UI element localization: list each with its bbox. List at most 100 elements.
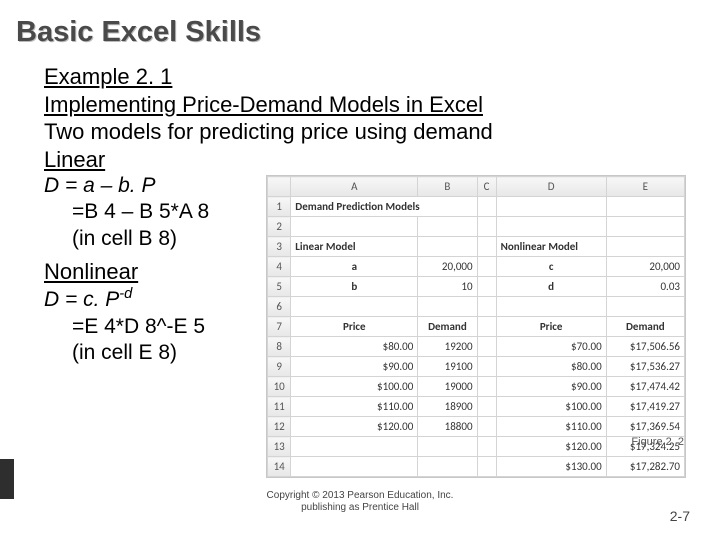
cell[interactable] [418,237,477,257]
cell[interactable]: $100.00 [496,397,606,417]
row-header[interactable]: 9 [268,357,291,377]
excel-table: A B C D E 1 Demand Prediction Models 2 3… [267,176,685,477]
cell[interactable]: $17,536.27 [606,357,684,377]
cell[interactable] [606,297,684,317]
cell[interactable]: 20,000 [606,257,684,277]
cell[interactable] [477,397,496,417]
cell[interactable]: $100.00 [291,377,418,397]
cell[interactable] [477,337,496,357]
row-header[interactable]: 4 [268,257,291,277]
row-header[interactable]: 2 [268,217,291,237]
table-row: 3 Linear Model Nonlinear Model [268,237,685,257]
col-header-a[interactable]: A [291,177,418,197]
cell[interactable] [477,257,496,277]
row-header[interactable]: 12 [268,417,291,437]
cell[interactable] [477,357,496,377]
cell[interactable] [418,217,477,237]
cell[interactable] [477,417,496,437]
cell[interactable]: 18800 [418,417,477,437]
cell[interactable]: Linear Model [291,237,418,257]
cell[interactable] [477,437,496,457]
table-row: 8 $80.00 19200 $70.00 $17,506.56 [268,337,685,357]
cell[interactable] [496,217,606,237]
cell[interactable]: 10 [418,277,477,297]
excel-header-row: A B C D E [268,177,685,197]
row-header[interactable]: 11 [268,397,291,417]
col-header-c[interactable]: C [477,177,496,197]
cell[interactable]: b [291,277,418,297]
excel-region: A B C D E 1 Demand Prediction Models 2 3… [266,175,686,478]
cell[interactable] [418,437,477,457]
row-header[interactable]: 8 [268,337,291,357]
table-row: 11 $110.00 18900 $100.00 $17,419.27 [268,397,685,417]
cell[interactable]: Demand Prediction Models [291,197,477,217]
cell[interactable]: $17,474.42 [606,377,684,397]
cell[interactable] [291,297,418,317]
corner-select-all[interactable] [268,177,291,197]
cell[interactable] [477,237,496,257]
cell[interactable] [477,457,496,477]
table-row: 7 Price Demand Price Demand [268,317,685,337]
row-header[interactable]: 6 [268,297,291,317]
cell[interactable]: $17,506.56 [606,337,684,357]
row-header[interactable]: 10 [268,377,291,397]
cell[interactable] [418,457,477,477]
cell[interactable] [418,297,477,317]
row-header[interactable]: 3 [268,237,291,257]
cell[interactable] [477,197,496,217]
cell[interactable]: Price [496,317,606,337]
cell[interactable] [291,457,418,477]
cell[interactable]: $120.00 [291,417,418,437]
cell[interactable]: $110.00 [291,397,418,417]
cell[interactable] [291,217,418,237]
cell[interactable]: c [496,257,606,277]
row-header[interactable]: 1 [268,197,291,217]
cell[interactable]: $80.00 [291,337,418,357]
cell[interactable]: 20,000 [418,257,477,277]
cell[interactable] [477,377,496,397]
cell[interactable]: Nonlinear Model [496,237,606,257]
cell[interactable] [477,317,496,337]
cell[interactable] [606,237,684,257]
subtitle: Implementing Price-Demand Models in Exce… [44,91,720,119]
col-header-b[interactable]: B [418,177,477,197]
col-header-d[interactable]: D [496,177,606,197]
cell[interactable]: $90.00 [496,377,606,397]
table-row: 10 $100.00 19000 $90.00 $17,474.42 [268,377,685,397]
row-header[interactable]: 7 [268,317,291,337]
cell[interactable]: 18900 [418,397,477,417]
cell[interactable]: Demand [606,317,684,337]
cell[interactable]: $70.00 [496,337,606,357]
row-header[interactable]: 13 [268,437,291,457]
row-header[interactable]: 14 [268,457,291,477]
cell[interactable]: d [496,277,606,297]
cell[interactable]: Price [291,317,418,337]
table-row: 2 [268,217,685,237]
table-row: 12 $120.00 18800 $110.00 $17,369.54 [268,417,685,437]
cell[interactable]: $130.00 [496,457,606,477]
cell[interactable]: $17,419.27 [606,397,684,417]
cell[interactable]: $17,369.54 [606,417,684,437]
col-header-e[interactable]: E [606,177,684,197]
cell[interactable] [496,297,606,317]
cell[interactable]: 19100 [418,357,477,377]
cell[interactable] [496,197,606,217]
cell[interactable] [291,437,418,457]
cell[interactable] [606,197,684,217]
cell[interactable]: a [291,257,418,277]
cell[interactable] [477,277,496,297]
cell[interactable]: Demand [418,317,477,337]
cell[interactable] [477,217,496,237]
cell[interactable]: $90.00 [291,357,418,377]
cell[interactable] [477,297,496,317]
cell[interactable]: 19200 [418,337,477,357]
table-row: 14 $130.00 $17,282.70 [268,457,685,477]
cell[interactable] [606,217,684,237]
cell[interactable]: $120.00 [496,437,606,457]
cell[interactable]: $80.00 [496,357,606,377]
cell[interactable]: $110.00 [496,417,606,437]
cell[interactable]: $17,282.70 [606,457,684,477]
row-header[interactable]: 5 [268,277,291,297]
cell[interactable]: 19000 [418,377,477,397]
cell[interactable]: 0.03 [606,277,684,297]
